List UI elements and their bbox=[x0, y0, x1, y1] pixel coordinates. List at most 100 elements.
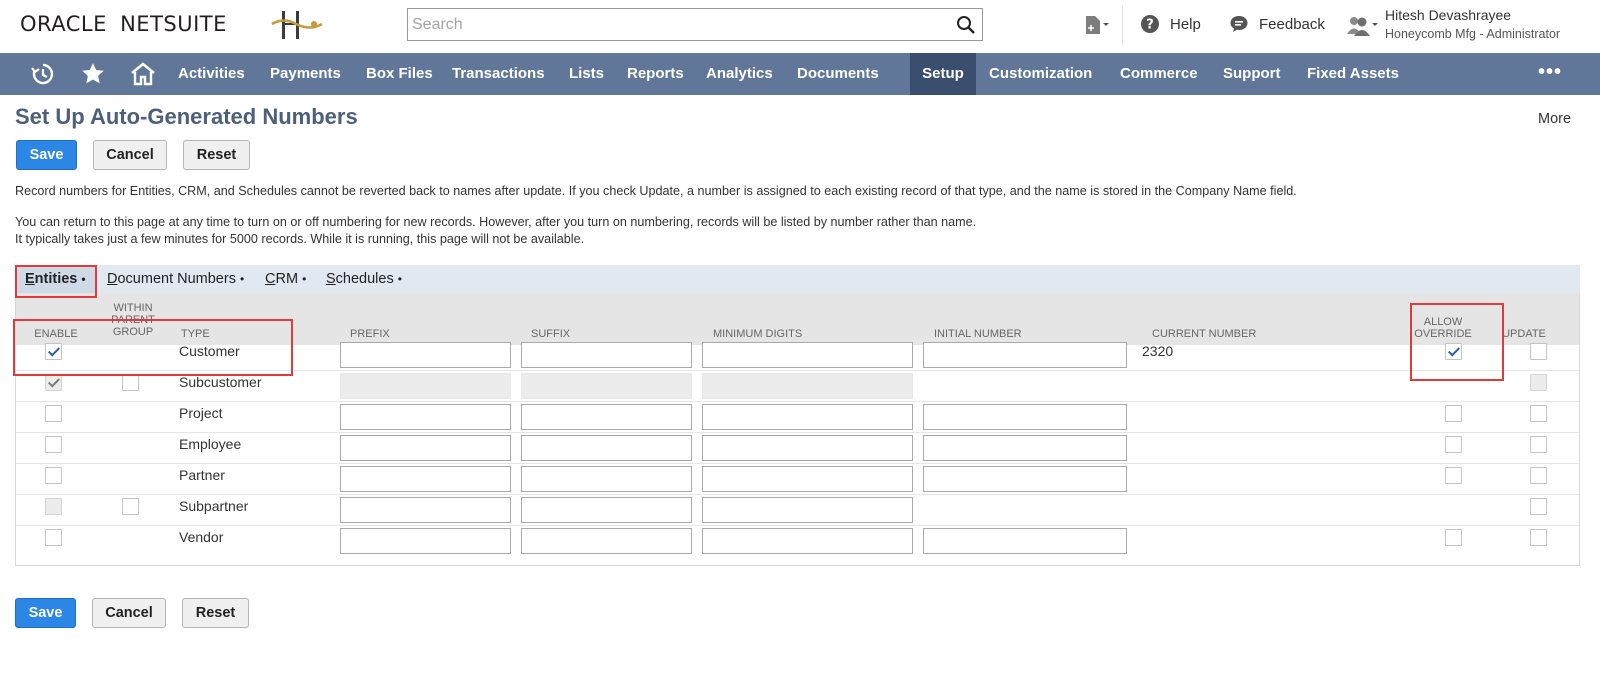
nav-activities[interactable]: Activities bbox=[166, 53, 257, 95]
search-input[interactable] bbox=[408, 9, 928, 40]
tab-entities-dot: • bbox=[81, 272, 86, 286]
tab-crm-dot: • bbox=[302, 272, 307, 286]
nav-analytics[interactable]: Analytics bbox=[694, 53, 785, 95]
allow-override-checkbox-customer[interactable] bbox=[1445, 343, 1462, 360]
search-icon[interactable] bbox=[956, 15, 976, 35]
suffix-input-project[interactable] bbox=[521, 404, 692, 430]
initial-number-input-project[interactable] bbox=[923, 404, 1127, 430]
prefix-input-partner[interactable] bbox=[340, 466, 511, 492]
suffix-input-subpartner[interactable] bbox=[521, 497, 692, 523]
min-digits-input-partner[interactable] bbox=[702, 466, 913, 492]
allow-override-checkbox-employee[interactable] bbox=[1445, 436, 1462, 453]
initial-number-input-employee[interactable] bbox=[923, 435, 1127, 461]
initial-number-input-customer[interactable] bbox=[923, 342, 1127, 368]
enable-checkbox-customer[interactable] bbox=[45, 343, 62, 360]
tab-entities[interactable]: Entities • bbox=[15, 265, 95, 293]
page-title: Set Up Auto-Generated Numbers bbox=[15, 104, 358, 129]
enable-checkbox-partner[interactable] bbox=[45, 467, 62, 484]
reset-button-bottom[interactable]: Reset bbox=[182, 598, 249, 628]
col-initial-number: INITIAL NUMBER bbox=[934, 328, 1022, 340]
info-message-duration: It typically takes just a few minutes fo… bbox=[15, 232, 585, 246]
update-checkbox-project[interactable] bbox=[1530, 405, 1547, 422]
nav-setup[interactable]: Setup bbox=[910, 53, 976, 95]
initial-number-input-partner[interactable] bbox=[923, 466, 1127, 492]
within-parent-checkbox-subpartner[interactable] bbox=[122, 498, 139, 515]
suffix-input-subcustomer bbox=[521, 373, 692, 399]
col-suffix: SUFFIX bbox=[531, 328, 571, 340]
update-checkbox-subpartner[interactable] bbox=[1530, 498, 1547, 515]
cancel-button-bottom[interactable]: Cancel bbox=[92, 598, 166, 628]
enable-checkbox-project[interactable] bbox=[45, 405, 62, 422]
tab-crm[interactable]: CRM • bbox=[255, 265, 316, 293]
update-checkbox-vendor[interactable] bbox=[1530, 529, 1547, 546]
table-row-subpartner: Subpartner bbox=[16, 495, 1579, 526]
table-row-project: Project bbox=[16, 402, 1579, 433]
help-link[interactable]: ? Help bbox=[1140, 14, 1201, 34]
prefix-input-vendor[interactable] bbox=[340, 528, 511, 554]
allow-override-checkbox-vendor[interactable] bbox=[1445, 529, 1462, 546]
suffix-input-vendor[interactable] bbox=[521, 528, 692, 554]
prefix-input-project[interactable] bbox=[340, 404, 511, 430]
nav-fixed-assets[interactable]: Fixed Assets bbox=[1295, 53, 1411, 95]
update-checkbox-customer[interactable] bbox=[1530, 343, 1547, 360]
more-link[interactable]: More bbox=[1538, 111, 1571, 127]
current-number-customer: 2320 bbox=[1142, 343, 1174, 359]
prefix-input-employee[interactable] bbox=[340, 435, 511, 461]
top-header: ORACLE NETSUITE ? Help Feedb bbox=[0, 0, 1600, 53]
nav-commerce[interactable]: Commerce bbox=[1108, 53, 1210, 95]
prefix-input-customer[interactable] bbox=[340, 342, 511, 368]
feedback-link[interactable]: Feedback bbox=[1229, 14, 1325, 34]
tab-schedules-dot: • bbox=[397, 272, 402, 286]
min-digits-input-subpartner[interactable] bbox=[702, 497, 913, 523]
save-button-bottom[interactable]: Save bbox=[15, 598, 76, 628]
min-digits-input-project[interactable] bbox=[702, 404, 913, 430]
nav-customization[interactable]: Customization bbox=[977, 53, 1104, 95]
oracle-netsuite-logo[interactable]: ORACLE NETSUITE bbox=[20, 12, 227, 36]
main-navigation: Activities Payments Box Files Transactio… bbox=[0, 53, 1600, 95]
nav-documents[interactable]: Documents bbox=[785, 53, 891, 95]
save-button-top[interactable]: Save bbox=[16, 140, 77, 170]
nav-transactions[interactable]: Transactions bbox=[440, 53, 557, 95]
user-role: Honeycomb Mfg - Administrator bbox=[1385, 27, 1561, 41]
help-icon: ? bbox=[1141, 15, 1159, 33]
info-message-return: You can return to this page at any time … bbox=[15, 215, 977, 229]
user-name: Hitesh Devashrayee bbox=[1385, 7, 1512, 23]
tab-schedules-accesskey: S bbox=[326, 271, 336, 287]
initial-number-input-vendor[interactable] bbox=[923, 528, 1127, 554]
nav-box-files[interactable]: Box Files bbox=[354, 53, 445, 95]
nav-more-icon[interactable]: ••• bbox=[1538, 61, 1562, 84]
update-checkbox-employee[interactable] bbox=[1530, 436, 1547, 453]
feedback-icon bbox=[1230, 16, 1248, 32]
suffix-input-partner[interactable] bbox=[521, 466, 692, 492]
nav-reports[interactable]: Reports bbox=[615, 53, 696, 95]
favorites-star-icon[interactable] bbox=[80, 61, 106, 87]
min-digits-input-vendor[interactable] bbox=[702, 528, 913, 554]
update-checkbox-partner[interactable] bbox=[1530, 467, 1547, 484]
suffix-input-customer[interactable] bbox=[521, 342, 692, 368]
nav-lists[interactable]: Lists bbox=[557, 53, 616, 95]
tab-document-numbers[interactable]: Document Numbers • bbox=[97, 265, 254, 293]
min-digits-input-employee[interactable] bbox=[702, 435, 913, 461]
cancel-button-top[interactable]: Cancel bbox=[93, 140, 167, 170]
allow-override-checkbox-project[interactable] bbox=[1445, 405, 1462, 422]
reset-button-top[interactable]: Reset bbox=[183, 140, 250, 170]
nav-support[interactable]: Support bbox=[1211, 53, 1293, 95]
type-cell-project: Project bbox=[179, 405, 223, 421]
prefix-input-subcustomer bbox=[340, 373, 511, 399]
min-digits-input-customer[interactable] bbox=[702, 342, 913, 368]
prefix-input-subpartner[interactable] bbox=[340, 497, 511, 523]
col-minimum-digits: MINIMUM DIGITS bbox=[713, 328, 803, 340]
recent-history-icon[interactable] bbox=[30, 61, 56, 87]
allow-override-checkbox-partner[interactable] bbox=[1445, 467, 1462, 484]
table-row-subcustomer: Subcustomer bbox=[16, 371, 1579, 402]
col-update: UPDATE bbox=[1502, 328, 1546, 340]
within-parent-checkbox-subcustomer[interactable] bbox=[122, 374, 139, 391]
nav-payments[interactable]: Payments bbox=[258, 53, 353, 95]
enable-checkbox-employee[interactable] bbox=[45, 436, 62, 453]
suffix-input-employee[interactable] bbox=[521, 435, 692, 461]
tab-schedules[interactable]: Schedules • bbox=[316, 265, 412, 293]
enable-checkbox-vendor[interactable] bbox=[45, 529, 62, 546]
home-icon[interactable] bbox=[130, 61, 156, 87]
logo-netsuite-text: NETSUITE bbox=[120, 12, 227, 36]
recent-records-icon[interactable] bbox=[1082, 14, 1112, 38]
